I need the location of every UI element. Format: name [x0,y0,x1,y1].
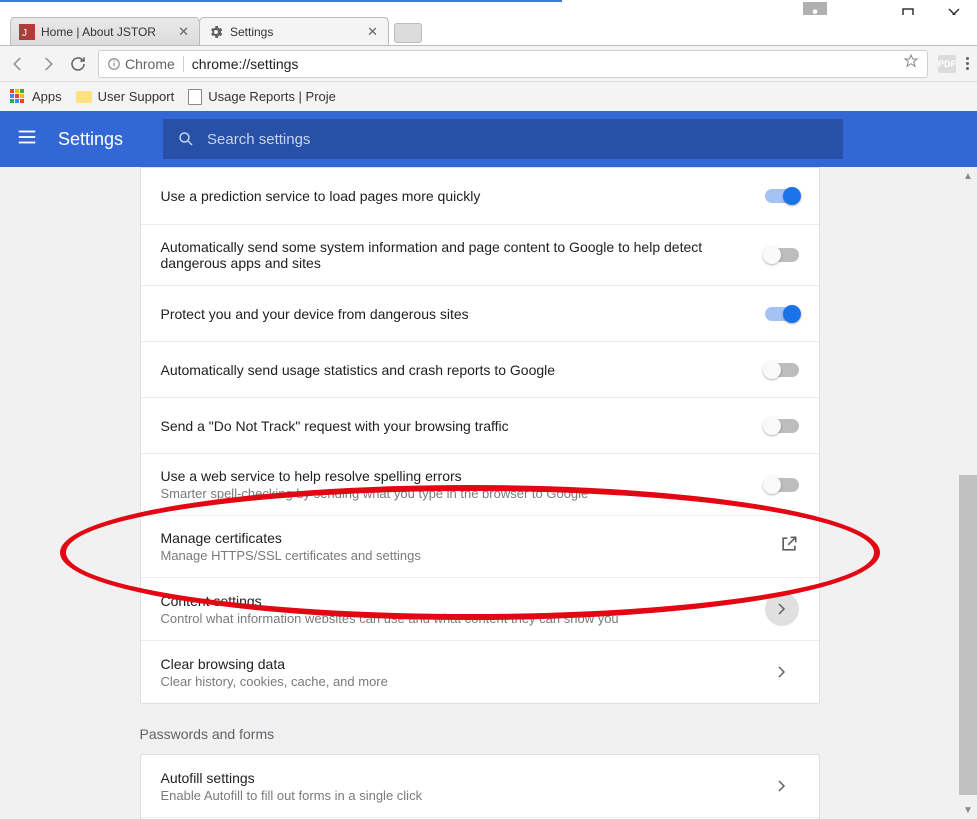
settings-column: Use a prediction service to load pages m… [140,167,820,819]
row-subtitle: Manage HTTPS/SSL certificates and settin… [161,548,421,563]
toggle[interactable] [765,478,799,492]
tab-close-button[interactable]: ✕ [365,24,380,40]
row-title: Automatically send usage statistics and … [161,362,556,378]
passwords-row[interactable]: Autofill settings Enable Autofill to fill… [141,755,819,817]
reload-button[interactable] [68,54,88,74]
omnibox-origin-chip[interactable]: Chrome [107,56,184,72]
bookmark-usage-reports[interactable]: Usage Reports | Proje [188,89,336,105]
search-icon [177,130,195,148]
chevron-right-icon [778,780,786,792]
external-link-button[interactable] [779,534,799,559]
settings-search[interactable] [163,119,843,159]
omnibox-url: chrome://settings [192,56,895,72]
forward-button[interactable] [38,54,58,74]
privacy-row: Automatically send usage statistics and … [141,341,819,397]
apps-shortcut[interactable]: Apps [10,89,62,105]
toggle[interactable] [765,248,799,262]
settings-search-input[interactable] [207,131,829,148]
page-icon [188,89,202,105]
expand-button[interactable] [765,655,799,689]
origin-chip-label: Chrome [125,56,175,72]
settings-title: Settings [58,129,123,150]
external-link-icon [779,534,799,554]
info-icon [107,57,121,71]
row-title: Use a web service to help resolve spelli… [161,468,589,484]
scroll-down-button[interactable]: ▼ [959,801,977,819]
privacy-row: Use a prediction service to load pages m… [141,168,819,224]
privacy-row[interactable]: Manage certificates Manage HTTPS/SSL cert… [141,515,819,577]
browser-menu-button[interactable] [966,57,969,70]
passwords-card: Autofill settings Enable Autofill to fill… [140,754,820,819]
omnibox[interactable]: Chrome chrome://settings [98,50,928,78]
apps-label: Apps [32,89,62,104]
settings-page: Settings Use a prediction service to loa… [0,111,977,819]
settings-scroll-area: Use a prediction service to load pages m… [0,167,959,819]
browser-toolbar: Chrome chrome://settings PDF [0,46,977,82]
scroll-up-button[interactable]: ▲ [959,167,977,185]
privacy-row: Automatically send some system informati… [141,224,819,285]
expand-button[interactable] [765,592,799,626]
window-accent-line [0,0,562,2]
toggle[interactable] [765,307,799,321]
privacy-row: Protect you and your device from dangero… [141,285,819,341]
section-label-passwords: Passwords and forms [140,726,820,742]
row-title: Use a prediction service to load pages m… [161,188,481,204]
row-title: Autofill settings [161,770,423,786]
back-button[interactable] [8,54,28,74]
tab-jstor[interactable]: J Home | About JSTOR ✕ [10,17,200,45]
jstor-favicon-icon: J [19,24,35,40]
reload-icon [69,55,87,73]
tab-title: Settings [230,25,365,39]
toggle[interactable] [765,189,799,203]
privacy-row: Use a web service to help resolve spelli… [141,453,819,515]
row-title: Protect you and your device from dangero… [161,306,469,322]
expand-button[interactable] [765,769,799,803]
settings-menu-button[interactable] [16,126,38,153]
tab-close-button[interactable]: ✕ [176,24,191,40]
row-title: Automatically send some system informati… [161,239,753,271]
settings-header: Settings [0,111,977,167]
chevron-right-icon [778,603,786,615]
pdf-extension-icon[interactable]: PDF [938,55,956,73]
row-subtitle: Clear history, cookies, cache, and more [161,674,388,689]
privacy-row[interactable]: Clear browsing data Clear history, cookie… [141,640,819,703]
row-title: Send a "Do Not Track" request with your … [161,418,509,434]
arrow-right-icon [39,55,57,73]
tabstrip: J Home | About JSTOR ✕ Settings ✕ [0,15,977,45]
bookmark-label: User Support [98,89,175,104]
privacy-row[interactable]: Content settings Control what information… [141,577,819,640]
vertical-scrollbar[interactable]: ▲ ▼ [959,167,977,819]
row-subtitle: Smarter spell-checking by sending what y… [161,486,589,501]
scroll-thumb[interactable] [959,475,977,795]
bookmarks-bar: Apps User Support Usage Reports | Proje [0,82,977,112]
privacy-row: Send a "Do Not Track" request with your … [141,397,819,453]
apps-grid-icon [10,89,26,105]
gear-icon [208,24,224,40]
bookmark-user-support[interactable]: User Support [76,89,175,104]
scroll-track[interactable] [959,185,977,801]
arrow-left-icon [9,55,27,73]
bookmark-label: Usage Reports | Proje [208,89,336,104]
row-title: Manage certificates [161,530,421,546]
privacy-card: Use a prediction service to load pages m… [140,167,820,704]
bookmark-star-button[interactable] [903,53,919,74]
svg-text:J: J [22,28,27,39]
folder-icon [76,91,92,103]
star-icon [903,53,919,69]
tab-title: Home | About JSTOR [41,25,176,39]
row-title: Content settings [161,593,619,609]
toggle[interactable] [765,363,799,377]
row-title: Clear browsing data [161,656,388,672]
row-subtitle: Enable Autofill to fill out forms in a s… [161,788,423,803]
hamburger-icon [16,126,38,148]
new-tab-button[interactable] [394,23,422,43]
toggle[interactable] [765,419,799,433]
chevron-right-icon [778,666,786,678]
tab-settings[interactable]: Settings ✕ [199,17,389,45]
row-subtitle: Control what information websites can us… [161,611,619,626]
